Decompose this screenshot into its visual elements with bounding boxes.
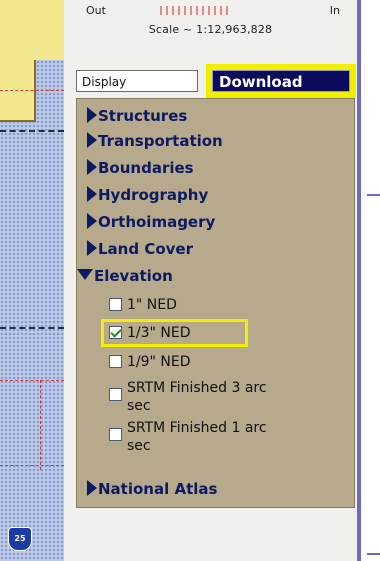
expand-arrow-icon[interactable] (87, 159, 97, 175)
category-label: Land Cover (98, 240, 193, 258)
category-label: Boundaries (98, 159, 194, 177)
zoom-slider[interactable]: Out In (82, 4, 342, 18)
layer-panel: Out In Scale ~ 1:12,963,828 Display Down… (64, 0, 357, 561)
map-view[interactable]: 25 (0, 0, 64, 561)
expand-arrow-icon[interactable] (87, 213, 97, 229)
expand-arrow-icon[interactable] (87, 480, 97, 496)
layer-label: SRTM Finished 1 arc (127, 420, 267, 436)
panel-tabs: Display Download (76, 64, 357, 98)
layer-checkbox[interactable] (109, 355, 122, 368)
category-structures[interactable]: Structures (87, 105, 187, 127)
layer-checkbox[interactable] (109, 388, 122, 401)
layer-label: SRTM Finished 3 arc (127, 380, 267, 396)
layer-checkbox[interactable] (109, 298, 122, 311)
map-land-area (26, 0, 64, 60)
layer-label: 1/9" NED (127, 354, 191, 370)
category-land-cover[interactable]: Land Cover (87, 238, 193, 260)
layer-label-continued: sec (127, 398, 151, 414)
zoom-tick[interactable] (208, 6, 210, 15)
map-boundary (0, 380, 64, 381)
expand-arrow-icon[interactable] (87, 186, 97, 202)
tab-display[interactable]: Display (76, 70, 198, 92)
expand-arrow-icon[interactable] (87, 107, 97, 123)
zoom-tick[interactable] (172, 6, 174, 15)
tab-download[interactable]: Download (212, 70, 350, 92)
zoom-tick[interactable] (196, 6, 198, 15)
layer-list: Structures Transportation Boundaries Hyd… (76, 98, 355, 508)
right-frame (361, 0, 380, 561)
category-orthoimagery[interactable]: Orthoimagery (87, 211, 215, 233)
category-elevation[interactable]: Elevation (77, 265, 173, 287)
zoom-tick[interactable] (202, 6, 204, 15)
zoom-slider-track[interactable] (154, 6, 304, 15)
expand-arrow-icon[interactable] (87, 240, 97, 256)
map-boundary (40, 380, 41, 470)
tab-download-highlight: Download (206, 64, 356, 98)
zoom-tick[interactable] (178, 6, 180, 15)
interstate-shield-icon: 25 (8, 527, 32, 551)
zoom-tick[interactable] (184, 6, 186, 15)
category-transportation[interactable]: Transportation (87, 130, 223, 152)
frame-mark (367, 553, 380, 555)
category-national-atlas[interactable]: National Atlas (87, 478, 217, 500)
zoom-tick[interactable] (190, 6, 192, 15)
zoom-out-label[interactable]: Out (86, 4, 106, 17)
map-road (0, 327, 64, 329)
category-label: Transportation (98, 132, 223, 150)
layer-checkbox-checked[interactable] (109, 326, 122, 339)
category-label: National Atlas (98, 480, 218, 498)
category-label: Structures (98, 107, 188, 125)
layer-label-continued: sec (127, 438, 151, 454)
frame-mark (367, 194, 380, 196)
zoom-tick[interactable] (220, 6, 222, 15)
category-label: Elevation (94, 267, 173, 285)
category-boundaries[interactable]: Boundaries (87, 157, 194, 179)
zoom-tick[interactable] (160, 6, 162, 15)
layer-label: 1/3" NED (127, 325, 191, 341)
zoom-tick[interactable] (214, 6, 216, 15)
map-boundary (0, 90, 64, 91)
zoom-in-label[interactable]: In (330, 4, 340, 17)
category-label: Hydrography (98, 186, 209, 204)
zoom-tick[interactable] (166, 6, 168, 15)
zoom-tick[interactable] (226, 6, 228, 15)
layer-label: 1" NED (127, 297, 177, 313)
map-boundary (0, 465, 64, 466)
collapse-arrow-icon[interactable] (77, 269, 93, 280)
layer-checkbox[interactable] (109, 428, 122, 441)
map-road (0, 130, 64, 132)
scale-readout: Scale ~ 1:12,963,828 (148, 23, 273, 36)
expand-arrow-icon[interactable] (87, 132, 97, 148)
category-hydrography[interactable]: Hydrography (87, 184, 208, 206)
category-label: Orthoimagery (98, 213, 216, 231)
